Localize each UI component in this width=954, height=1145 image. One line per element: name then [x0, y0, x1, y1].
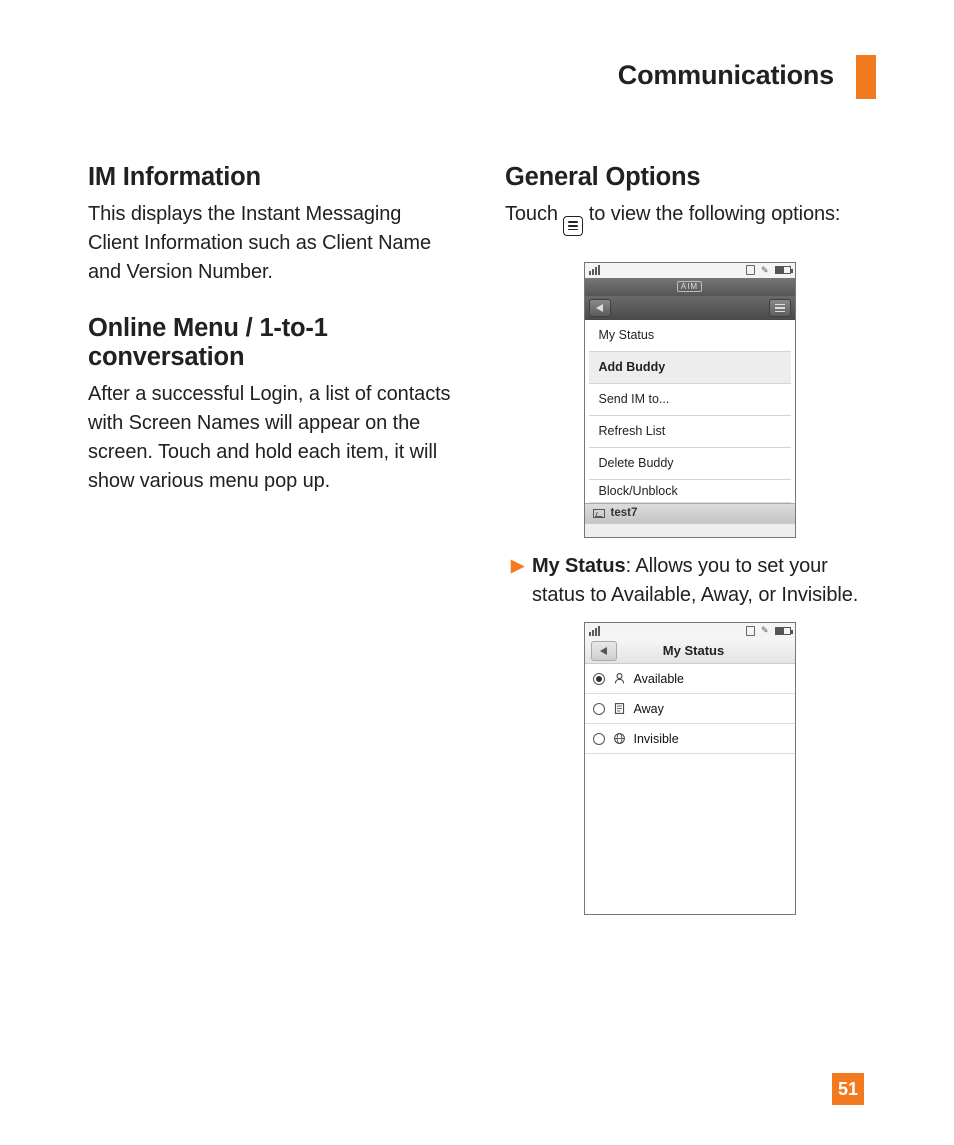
- phone-header: My Status: [585, 638, 795, 664]
- battery-icon: [775, 266, 791, 274]
- radio-icon: [593, 673, 605, 685]
- menu-button[interactable]: [769, 299, 791, 317]
- header-title: My Status: [599, 643, 789, 658]
- menu-item[interactable]: Send IM to...: [589, 384, 791, 416]
- card-icon: [746, 626, 755, 636]
- chapter-title: Communications: [88, 60, 834, 91]
- status-radio-list: Available Away Invisible: [585, 664, 795, 754]
- screenshot-my-status: ✎ My Status Available Away Invisible: [584, 622, 796, 915]
- heading-im-information: IM Information: [88, 163, 457, 192]
- page-number: 51: [832, 1073, 864, 1105]
- phone-nav-row: [585, 296, 795, 320]
- status-option[interactable]: Away: [585, 694, 795, 724]
- left-column: IM Information This displays the Instant…: [88, 163, 457, 919]
- menu-item[interactable]: Delete Buddy: [589, 448, 791, 480]
- pen-icon: ✎: [761, 625, 769, 636]
- signal-icon: [589, 265, 600, 275]
- text: Touch: [505, 203, 563, 225]
- menu-item[interactable]: Add Buddy: [589, 352, 791, 384]
- phone-status-bar: ✎: [585, 623, 795, 638]
- phone-app-bar: AIM: [585, 278, 795, 296]
- battery-icon: [775, 627, 791, 635]
- radio-icon: [593, 733, 605, 745]
- screenshot-options-menu: ✎ AIM My StatusAdd BuddySend IM to...Ref…: [584, 262, 796, 538]
- card-icon: [746, 265, 755, 275]
- paragraph: After a successful Login, a list of cont…: [88, 380, 457, 497]
- back-button[interactable]: [589, 299, 611, 317]
- bottom-strip: [585, 523, 795, 537]
- now-bar-label: test7: [611, 507, 638, 519]
- phone-status-bar: ✎: [585, 263, 795, 278]
- status-label: Available: [634, 672, 685, 686]
- pen-icon: ✎: [761, 265, 769, 276]
- text: to view the following options:: [589, 203, 841, 225]
- message-icon: [593, 509, 605, 518]
- menu-icon: [563, 216, 583, 236]
- radio-icon: [593, 703, 605, 715]
- status-label: Away: [634, 702, 664, 716]
- bullet-my-status: ▶ My Status: Allows you to set your stat…: [505, 552, 874, 610]
- menu-item[interactable]: Block/Unblock: [589, 480, 791, 502]
- edge-tab: [856, 55, 876, 99]
- status-option[interactable]: Invisible: [585, 724, 795, 754]
- menu-item[interactable]: Refresh List: [589, 416, 791, 448]
- person-icon: [613, 672, 626, 685]
- back-arrow-icon: [596, 304, 603, 312]
- bullet-text: My Status: Allows you to set your status…: [532, 552, 868, 610]
- right-column: General Options Touch to view the follow…: [505, 163, 874, 919]
- paper-icon: [613, 702, 626, 715]
- empty-area: [585, 754, 795, 914]
- paragraph: Touch to view the following options:: [505, 200, 874, 236]
- heading-online-menu: Online Menu / 1-to-1 conversation: [88, 314, 457, 372]
- menu-lines-icon: [775, 304, 785, 313]
- aim-badge: AIM: [677, 281, 702, 292]
- menu-item[interactable]: My Status: [589, 320, 791, 352]
- status-option[interactable]: Available: [585, 664, 795, 694]
- bullet-marker-icon: ▶: [511, 552, 524, 610]
- globe-icon: [613, 732, 626, 745]
- heading-general-options: General Options: [505, 163, 874, 192]
- paragraph: This displays the Instant Messaging Clie…: [88, 200, 457, 288]
- options-popup: My StatusAdd BuddySend IM to...Refresh L…: [589, 320, 791, 503]
- status-label: Invisible: [634, 732, 679, 746]
- signal-icon: [589, 626, 600, 636]
- now-bar: test7: [585, 503, 795, 523]
